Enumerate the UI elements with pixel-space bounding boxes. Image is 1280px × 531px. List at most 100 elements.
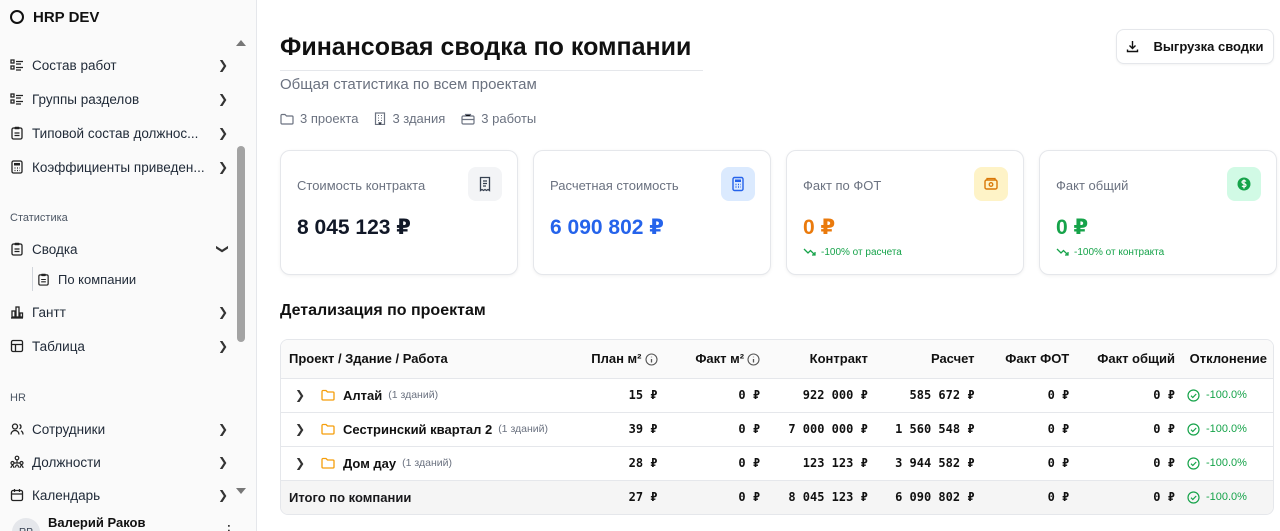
chevron-right-icon: ❯ xyxy=(217,422,229,436)
cell-fot: 0 ₽ xyxy=(980,446,1076,481)
table-header-row: Проект / Здание / Работа План м² Факт м²… xyxy=(281,340,1273,379)
kpi-cards: Стоимость контракта 8 045 123 ₽ Расчетна… xyxy=(280,150,1277,275)
users-icon xyxy=(10,422,24,436)
project-building-count: (1 зданий) xyxy=(498,423,549,435)
column-header-fact[interactable]: Факт м² xyxy=(663,340,767,379)
app: HRP DEV Состав работ ❯ Группы разделов ❯… xyxy=(0,0,1280,531)
sidebar-item-gantt[interactable]: Гантт ❯ xyxy=(0,299,236,325)
table-row[interactable]: ❯ Алтай (1 зданий) 15 ₽ 0 ₽ 922 000 ₽ 585 … xyxy=(281,378,1273,413)
meta-buildings: 3 здания xyxy=(374,111,445,126)
column-header-project[interactable]: Проект / Здание / Работа xyxy=(281,340,580,379)
cell-fact: 0 ₽ xyxy=(663,480,767,514)
sidebar-item-section-groups[interactable]: Группы разделов ❯ xyxy=(0,86,236,112)
column-header-calc[interactable]: Расчет xyxy=(873,340,981,379)
table-icon xyxy=(10,339,24,353)
column-header-label: Факт м² xyxy=(695,351,745,367)
sidebar-item-label: Сотрудники xyxy=(32,421,106,437)
sidebar-item-label: Коэффициенты приведен... xyxy=(32,159,205,175)
table-row[interactable]: ❯ Сестринский квартал 2 (1 зданий) 39 ₽ 0 … xyxy=(281,412,1273,447)
dollar-icon xyxy=(1227,167,1261,201)
chevron-right-icon: ❯ xyxy=(217,488,229,502)
cell-fact-total: 0 ₽ xyxy=(1075,378,1181,413)
cell-calc: 1 560 548 ₽ xyxy=(873,412,981,447)
sidebar-item-label: Должности xyxy=(32,454,101,470)
cell-deviation: -100.0% xyxy=(1187,456,1267,470)
sidebar-scrollbar[interactable] xyxy=(236,34,248,502)
calculator-icon xyxy=(10,160,24,174)
chevron-right-icon: ❯ xyxy=(217,58,229,72)
meta-projects-text: 3 проекта xyxy=(300,111,359,126)
card-trend-text: -100% от контракта xyxy=(1074,247,1165,258)
cell-contract: 922 000 ₽ xyxy=(766,378,874,413)
sidebar-item-positions[interactable]: Должности ❯ xyxy=(0,449,236,475)
sidebar-item-table[interactable]: Таблица ❯ xyxy=(0,333,236,359)
sidebar-item-label: Таблица xyxy=(32,338,85,354)
cell-contract: 123 123 ₽ xyxy=(766,446,874,481)
more-vertical-icon[interactable]: ⋮ xyxy=(222,522,236,531)
check-circle-icon xyxy=(1187,388,1200,402)
wallet-icon xyxy=(974,167,1008,201)
project-name[interactable]: Сестринский квартал 2 xyxy=(343,422,492,437)
cell-contract: 7 000 000 ₽ xyxy=(766,412,874,447)
folder-icon xyxy=(280,113,294,125)
scroll-down-arrow-icon[interactable] xyxy=(236,488,246,494)
card-label: Расчетная стоимость xyxy=(550,178,679,193)
cell-fot: 0 ₽ xyxy=(980,412,1076,447)
cell-plan: 28 ₽ xyxy=(579,446,664,481)
scroll-up-arrow-icon[interactable] xyxy=(236,40,246,46)
meta-projects: 3 проекта xyxy=(280,111,358,126)
info-icon[interactable] xyxy=(747,353,760,366)
column-header-plan[interactable]: План м² xyxy=(579,340,664,379)
column-header-contract[interactable]: Контракт xyxy=(766,340,874,379)
export-summary-button[interactable]: Выгрузка сводки xyxy=(1116,29,1274,64)
cell-plan: 15 ₽ xyxy=(579,378,664,413)
expand-chevron-icon[interactable]: ❯ xyxy=(295,456,311,470)
sidebar-item-summary[interactable]: Сводка ❯ xyxy=(0,236,236,262)
column-header-deviation[interactable]: Отклонение xyxy=(1180,340,1273,379)
user-profile[interactable]: RP Валерий Раков ⋮ xyxy=(0,508,256,531)
chevron-right-icon: ❯ xyxy=(217,305,229,319)
column-header-fact-total[interactable]: Факт общий xyxy=(1075,340,1181,379)
table-row[interactable]: ❯ Дом дау (1 зданий) 28 ₽ 0 ₽ 123 123 ₽ 3 … xyxy=(281,446,1273,481)
check-circle-icon xyxy=(1187,422,1200,436)
sidebar-item-work-composition[interactable]: Состав работ ❯ xyxy=(0,52,236,78)
chevron-right-icon: ❯ xyxy=(217,160,229,174)
table-total-row: Итого по компании 27 ₽ 0 ₽ 8 045 123 ₽ 6… xyxy=(281,480,1273,514)
cell-fact: 0 ₽ xyxy=(663,378,767,413)
project-name[interactable]: Дом дау xyxy=(343,456,396,471)
org-icon xyxy=(10,455,24,469)
sidebar-item-typical-positions[interactable]: Типовой состав должнос... ❯ xyxy=(0,120,236,146)
section-title-hr: HR xyxy=(10,392,26,404)
expand-chevron-icon[interactable]: ❯ xyxy=(295,388,311,402)
sidebar-item-coefficients[interactable]: Коэффициенты приведен... ❯ xyxy=(0,154,236,180)
chevron-right-icon: ❯ xyxy=(217,126,229,140)
logo-icon xyxy=(10,10,24,24)
cell-fact: 0 ₽ xyxy=(663,412,767,447)
card-fact-total: Факт общий 0 ₽ -100% от контракта xyxy=(1039,150,1277,275)
calculator-icon xyxy=(721,167,755,201)
card-label: Факт по ФОТ xyxy=(803,178,882,193)
export-summary-label: Выгрузка сводки xyxy=(1153,39,1264,54)
check-circle-icon xyxy=(1187,491,1200,504)
card-estimated-cost: Расчетная стоимость 6 090 802 ₽ xyxy=(533,150,771,275)
sidebar-item-calendar[interactable]: Календарь ❯ xyxy=(0,482,236,508)
card-contract-cost: Стоимость контракта 8 045 123 ₽ xyxy=(280,150,518,275)
chevron-right-icon: ❯ xyxy=(217,455,229,469)
details-table: Проект / Здание / Работа План м² Факт м²… xyxy=(280,339,1274,515)
scrollbar-thumb[interactable] xyxy=(237,146,245,342)
sidebar-subitem-by-company[interactable]: По компании xyxy=(32,267,232,291)
column-header-fot[interactable]: Факт ФОТ xyxy=(980,340,1076,379)
brand[interactable]: HRP DEV xyxy=(0,0,256,34)
cell-contract: 8 045 123 ₽ xyxy=(766,480,874,514)
cell-fact-total: 0 ₽ xyxy=(1075,412,1181,447)
user-name: Валерий Раков xyxy=(48,515,146,530)
sidebar-item-employees[interactable]: Сотрудники ❯ xyxy=(0,416,236,442)
calendar-icon xyxy=(10,488,24,502)
section-title-statistics: Статистика xyxy=(10,212,68,224)
cell-plan: 27 ₽ xyxy=(579,480,664,514)
project-name[interactable]: Алтай xyxy=(343,388,382,403)
expand-chevron-icon[interactable]: ❯ xyxy=(295,422,311,436)
sidebar: HRP DEV Состав работ ❯ Группы разделов ❯… xyxy=(0,0,257,531)
page-title: Финансовая сводка по компании xyxy=(280,33,692,61)
info-icon[interactable] xyxy=(644,353,658,366)
